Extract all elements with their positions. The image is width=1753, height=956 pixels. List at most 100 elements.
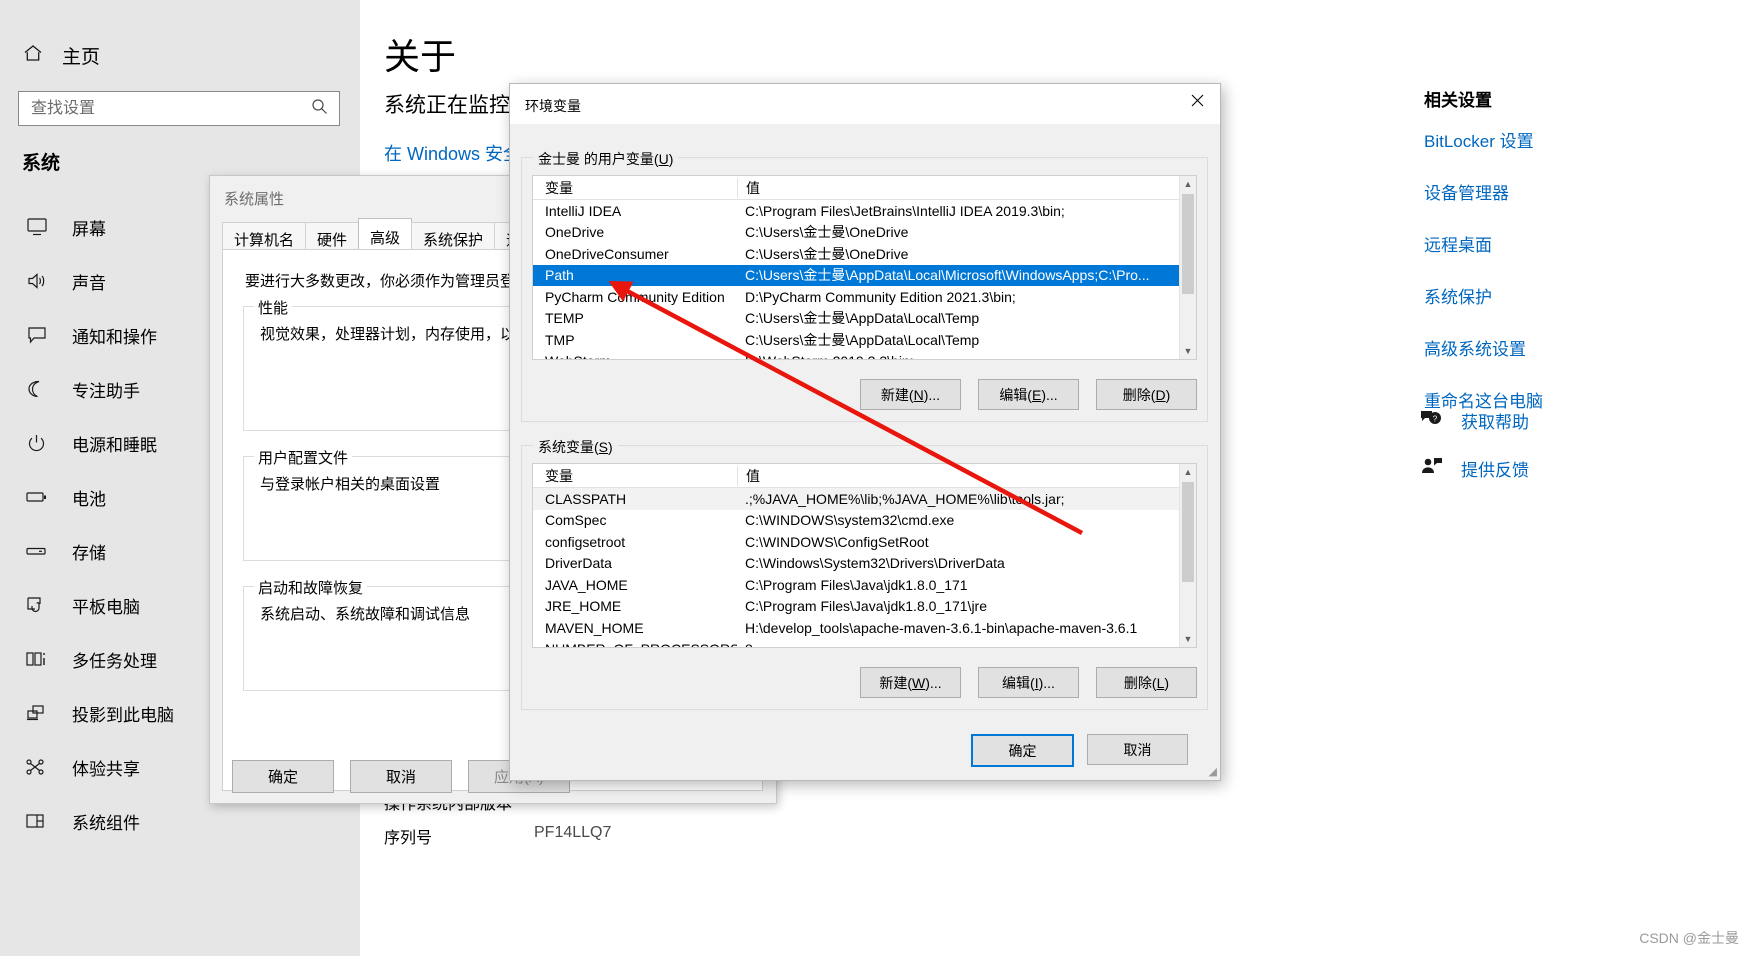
get-help-label: 获取帮助 [1461, 413, 1529, 432]
multitask-icon [24, 649, 50, 669]
storage-icon [24, 541, 50, 561]
share-icon [24, 757, 50, 777]
variable-name: configsetroot [545, 533, 626, 550]
watermark: CSDN @金士曼 [1639, 930, 1739, 946]
sidebar-item-label: 多任务处理 [72, 651, 157, 671]
scroll-down-icon[interactable]: ▼ [1180, 343, 1196, 359]
table-row[interactable]: CLASSPATH .;%JAVA_HOME%\lib;%JAVA_HOME%\… [533, 488, 1196, 510]
variable-name: JRE_HOME [545, 598, 622, 615]
variable-value: .;%JAVA_HOME%\lib;%JAVA_HOME%\lib\tools.… [745, 490, 1065, 507]
spec-key: 序列号 [384, 830, 433, 847]
variable-name: DriverData [545, 555, 612, 572]
monitor-icon [24, 217, 50, 237]
related-link-bitlocker[interactable]: BitLocker 设置 [1424, 127, 1744, 152]
svg-text:?: ? [1433, 415, 1438, 424]
table-row[interactable]: OneDrive C:\Users\金士曼\OneDrive [533, 222, 1196, 244]
env-cancel-button[interactable]: 取消 [1087, 734, 1188, 765]
home-icon [22, 42, 44, 69]
column-header-value: 值 [737, 177, 1196, 198]
variable-value: C:\Windows\System32\Drivers\DriverData [745, 555, 1005, 572]
related-settings-panel: 相关设置 BitLocker 设置 设备管理器 远程桌面 系统保护 高级系统设置… [1424, 86, 1744, 439]
table-row[interactable]: TMP C:\Users\金士曼\AppData\Local\Temp [533, 329, 1196, 351]
column-header-name: 变量 [545, 467, 573, 484]
windows-security-link[interactable]: 在 Windows 安全 [384, 140, 521, 166]
user-profiles-text: 与登录帐户相关的桌面设置 [260, 476, 441, 493]
variable-name: CLASSPATH [545, 490, 627, 507]
related-link-system-protection[interactable]: 系统保护 [1424, 283, 1744, 308]
search-input[interactable] [19, 98, 303, 119]
scroll-thumb[interactable] [1182, 194, 1194, 294]
user-profiles-legend: 用户配置文件 [254, 447, 353, 468]
variable-value: C:\Program Files\JetBrains\IntelliJ IDEA… [745, 202, 1065, 219]
home-label: 主页 [62, 47, 101, 68]
user-edit-button[interactable]: 编辑(E)... [978, 379, 1079, 410]
sysprops-ok-button[interactable]: 确定 [232, 760, 334, 793]
page-subtitle: 系统正在监控 [384, 94, 510, 117]
variable-name: JAVA_HOME [545, 576, 628, 593]
spec-row: 序列号 PF14LLQ7 [384, 824, 619, 858]
system-table-scrollbar[interactable]: ▲ ▼ [1179, 464, 1196, 647]
user-variables-table[interactable]: 变量 值 IntelliJ IDEA C:\Program Files\JetB… [532, 175, 1197, 360]
resize-grip-icon[interactable]: ◢ [1209, 765, 1217, 778]
get-help-row[interactable]: ? 获取帮助 [1420, 408, 1750, 433]
variable-value: C:\Users\金士曼\AppData\Local\Temp [745, 310, 980, 327]
startup-recovery-text: 系统启动、系统故障和调试信息 [260, 606, 471, 623]
variable-value: C:\Users\金士曼\AppData\Local\Temp [745, 331, 980, 348]
notification-icon [24, 325, 50, 345]
scroll-down-icon[interactable]: ▼ [1180, 631, 1196, 647]
variable-name: WebStorm [533, 353, 737, 359]
performance-legend: 性能 [254, 297, 293, 318]
table-row[interactable]: JAVA_HOME C:\Program Files\Java\jdk1.8.0… [533, 574, 1196, 596]
env-dialog-title: 环境变量 [525, 98, 581, 114]
tablet-icon [24, 595, 50, 615]
user-table-scrollbar[interactable]: ▲ ▼ [1179, 176, 1196, 359]
sidebar-item-label: 平板电脑 [72, 597, 140, 617]
close-icon[interactable] [1174, 84, 1220, 116]
related-link-remote-desktop[interactable]: 远程桌面 [1424, 231, 1744, 256]
table-row[interactable]: ComSpec C:\WINDOWS\system32\cmd.exe [533, 510, 1196, 532]
variable-name: OneDriveConsumer [545, 245, 669, 262]
table-row[interactable]: TEMP C:\Users\金士曼\AppData\Local\Temp [533, 308, 1196, 330]
scroll-thumb[interactable] [1182, 482, 1194, 582]
scroll-up-icon[interactable]: ▲ [1180, 176, 1196, 192]
system-edit-button[interactable]: 编辑(I)... [978, 667, 1079, 698]
feedback-row[interactable]: 提供反馈 [1420, 456, 1750, 481]
table-row[interactable]: DriverData C:\Windows\System32\Drivers\D… [533, 553, 1196, 575]
variable-name: IntelliJ IDEA [545, 202, 622, 219]
variable-value: C:\Program Files\Java\jdk1.8.0_171\jre [745, 598, 987, 615]
sidebar-item-label: 屏幕 [72, 219, 106, 239]
sidebar-item-home[interactable]: 主页 [22, 42, 100, 69]
variable-value: H:\develop_tools\apache-maven-3.6.1-bin\… [745, 619, 1138, 636]
help-panel: ? 获取帮助 提供反馈 [1420, 408, 1750, 504]
related-link-device-manager[interactable]: 设备管理器 [1424, 179, 1744, 204]
env-ok-button[interactable]: 确定 [971, 734, 1074, 767]
user-delete-button[interactable]: 删除(D) [1096, 379, 1197, 410]
search-icon[interactable] [311, 98, 328, 120]
sysprops-cancel-button[interactable]: 取消 [350, 760, 452, 793]
table-row[interactable]: OneDriveConsumer C:\Users\金士曼\OneDrive [533, 243, 1196, 265]
system-variables-buttons: 新建(W)... 编辑(I)... 删除(L) [860, 667, 1197, 698]
table-row[interactable]: NUMBER_OF_PROCESSORS 8 [533, 639, 1196, 647]
table-row[interactable]: WebStorm D:\WebStorm 2019.3.3\bin; [533, 351, 1196, 359]
user-new-button[interactable]: 新建(N)... [860, 379, 961, 410]
system-delete-button[interactable]: 删除(L) [1096, 667, 1197, 698]
env-titlebar: 环境变量 [510, 84, 1220, 124]
variable-name: NUMBER_OF_PROCESSORS [533, 641, 737, 647]
table-row[interactable]: configsetroot C:\WINDOWS\ConfigSetRoot [533, 531, 1196, 553]
speaker-icon [24, 271, 50, 291]
table-row[interactable]: MAVEN_HOME H:\develop_tools\apache-maven… [533, 617, 1196, 639]
related-link-advanced-system-settings[interactable]: 高级系统设置 [1424, 335, 1744, 360]
table-row[interactable]: IntelliJ IDEA C:\Program Files\JetBrains… [533, 200, 1196, 222]
help-chat-icon: ? [1420, 408, 1443, 433]
environment-variables-dialog: 环境变量 金士曼 的用户变量(U) 变量 值 IntelliJ IDEA C:\… [509, 83, 1221, 781]
search-box[interactable] [18, 91, 340, 126]
sidebar-item-label: 系统组件 [72, 813, 140, 833]
table-row-selected-path[interactable]: Path C:\Users\金士曼\AppData\Local\Microsof… [533, 264, 1196, 286]
system-variables-table[interactable]: 变量 值 CLASSPATH .;%JAVA_HOME%\lib;%JAVA_H… [532, 463, 1197, 648]
table-row[interactable]: PyCharm Community Edition D:\PyCharm Com… [533, 286, 1196, 308]
sidebar-item-label: 通知和操作 [72, 327, 157, 347]
system-new-button[interactable]: 新建(W)... [860, 667, 961, 698]
variable-name: MAVEN_HOME [545, 619, 644, 636]
table-row[interactable]: JRE_HOME C:\Program Files\Java\jdk1.8.0_… [533, 596, 1196, 618]
scroll-up-icon[interactable]: ▲ [1180, 464, 1196, 480]
